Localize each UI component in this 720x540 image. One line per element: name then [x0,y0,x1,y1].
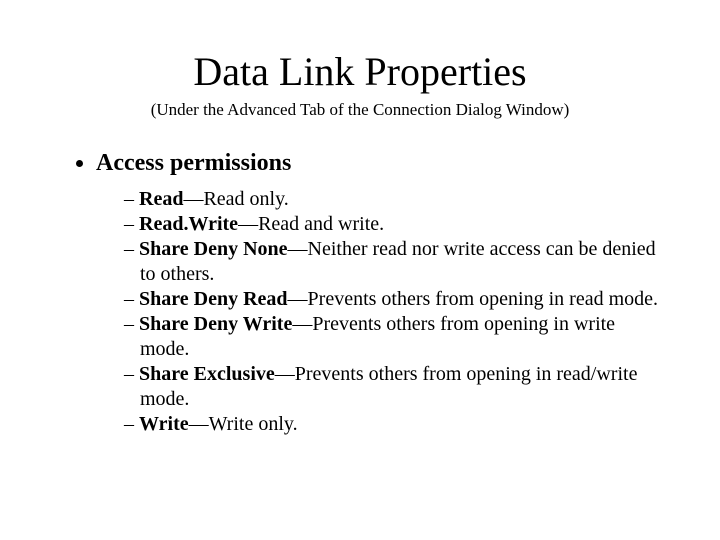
list-item: Read—Read only. [124,187,660,212]
section-heading-text: Access permissions [96,150,291,176]
slide: Data Link Properties (Under the Advanced… [0,0,720,540]
list-item: Share Deny Read—Prevents others from ope… [124,287,660,312]
desc: —Read only. [183,188,288,210]
term: Share Deny None [139,238,288,260]
list-item: Share Deny None—Neither read nor write a… [124,237,660,287]
content-area: Access permissions Read—Read only. Read.… [60,148,660,437]
section-heading: Access permissions Read—Read only. Read.… [96,148,660,437]
desc: —Read and write. [238,213,384,235]
desc: —Write only. [189,413,298,435]
term: Write [139,413,189,435]
list-item: Write—Write only. [124,412,660,437]
term: Read [139,188,183,210]
page-title: Data Link Properties [60,50,660,94]
term: Share Deny Read [139,288,288,310]
desc: —Prevents others from opening in read mo… [288,288,658,310]
page-subtitle: (Under the Advanced Tab of the Connectio… [60,100,660,120]
list-item: Read.Write—Read and write. [124,212,660,237]
term: Read.Write [139,213,238,235]
list-item: Share Exclusive—Prevents others from ope… [124,362,660,412]
bullet-list-level1: Access permissions Read—Read only. Read.… [60,148,660,437]
list-item: Share Deny Write—Prevents others from op… [124,312,660,362]
bullet-list-level2: Read—Read only. Read.Write—Read and writ… [96,187,660,437]
term: Share Deny Write [139,313,292,335]
term: Share Exclusive [139,363,275,385]
